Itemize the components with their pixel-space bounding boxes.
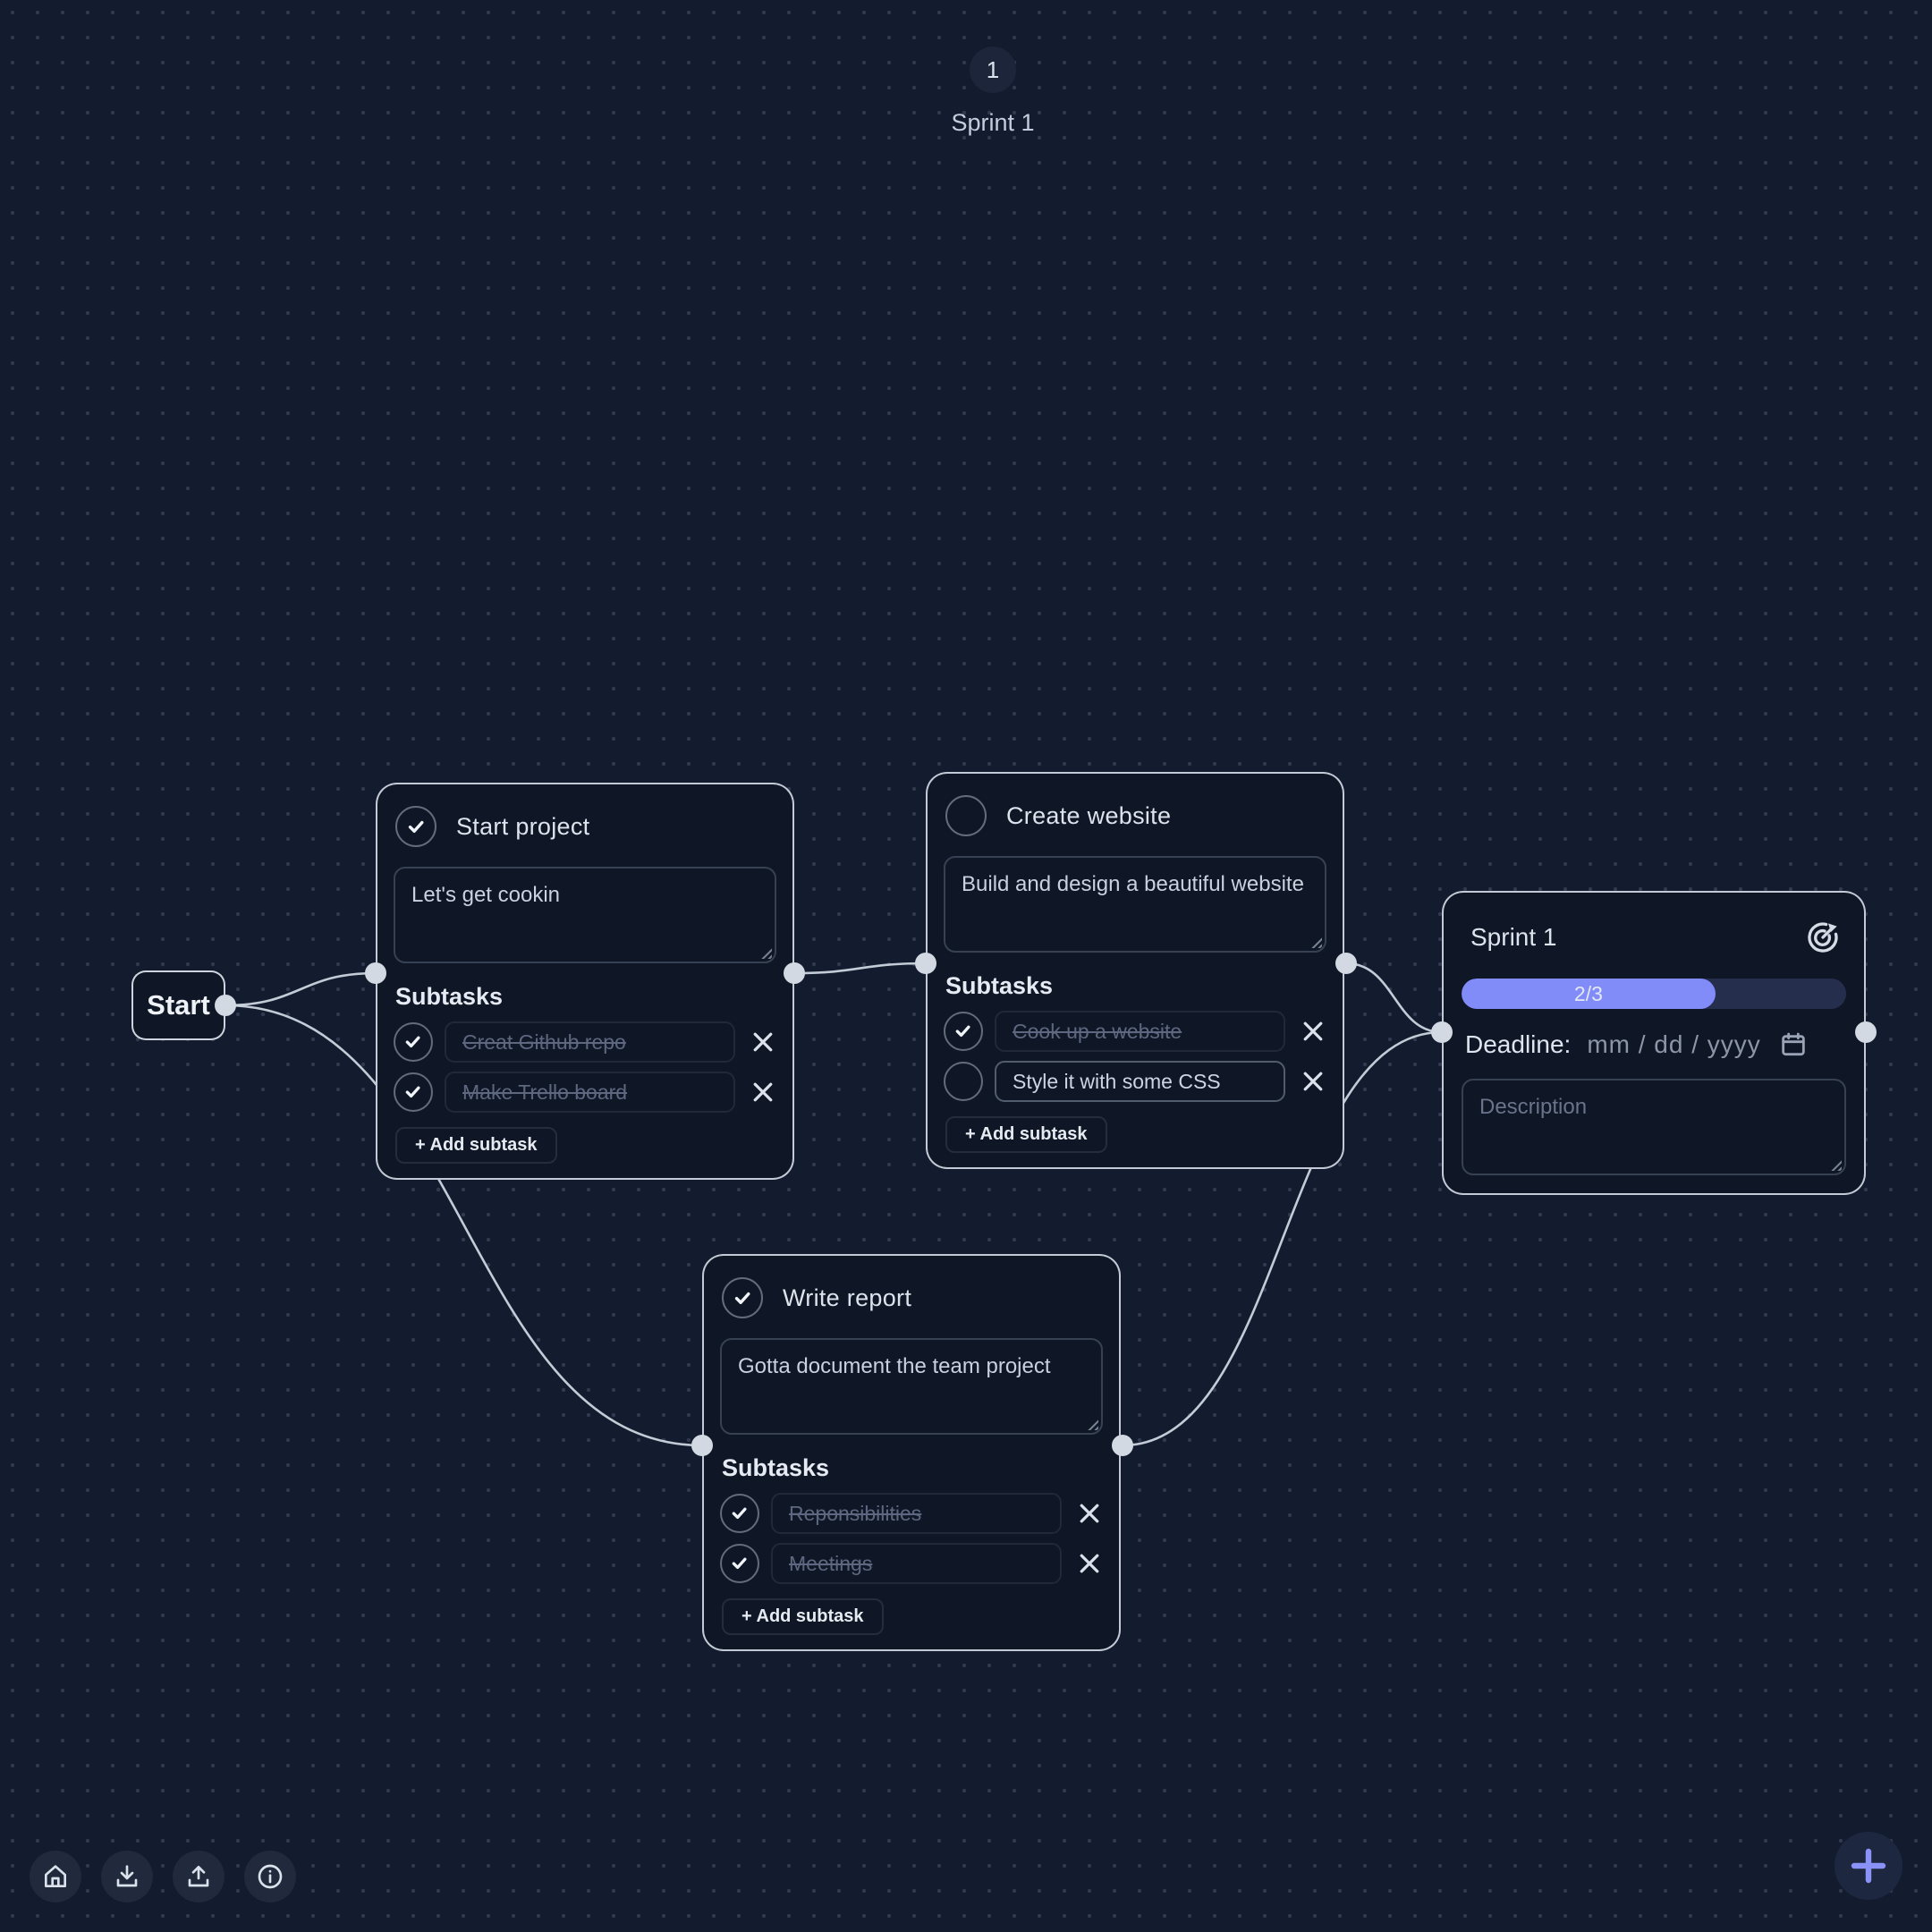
subtask-checkbox[interactable]	[720, 1544, 759, 1583]
check-icon	[405, 816, 427, 837]
connection-handle[interactable]	[365, 962, 386, 984]
subtask-checkbox[interactable]	[944, 1062, 983, 1101]
deadline-label: Deadline:	[1465, 1030, 1571, 1059]
task-card-start-project[interactable]: Start project Let's get cookin Subtasks …	[376, 783, 794, 1180]
subtask-row: Creat Github repo	[394, 1021, 776, 1063]
check-icon	[729, 1503, 750, 1523]
task-complete-checkbox[interactable]	[395, 806, 436, 847]
task-title: Create website	[1006, 802, 1171, 830]
add-subtask-button[interactable]: + Add subtask	[722, 1598, 884, 1635]
sprint-indicator-badge[interactable]: 1	[970, 47, 1016, 93]
start-node[interactable]: Start	[131, 970, 225, 1040]
task-description-input[interactable]: Build and design a beautiful website	[944, 856, 1326, 953]
delete-subtask-icon[interactable]	[750, 1079, 776, 1106]
subtask-input[interactable]: Make Trello board	[445, 1072, 735, 1113]
subtask-checkbox[interactable]	[394, 1022, 433, 1062]
home-icon	[41, 1862, 70, 1891]
add-subtask-button[interactable]: + Add subtask	[945, 1116, 1107, 1153]
subtask-row: Meetings	[720, 1543, 1103, 1584]
sprint-title: Sprint 1	[1470, 923, 1557, 952]
calendar-icon[interactable]	[1779, 1030, 1808, 1059]
sprint-indicator-number: 1	[987, 56, 999, 84]
subtask-checkbox[interactable]	[944, 1012, 983, 1051]
task-card-create-website[interactable]: Create website Build and design a beauti…	[926, 772, 1344, 1169]
delete-subtask-icon[interactable]	[1076, 1500, 1103, 1527]
check-icon	[402, 1031, 423, 1052]
sprint-description-wrap	[1462, 1079, 1846, 1175]
delete-subtask-icon[interactable]	[750, 1029, 776, 1055]
connection-handle[interactable]	[215, 995, 236, 1016]
sprint-card[interactable]: Sprint 1 2/3 Deadline: mm / dd / yyyy	[1442, 891, 1866, 1195]
sprint-progress-label: 2/3	[1574, 982, 1603, 1006]
connection-handle[interactable]	[784, 962, 805, 984]
check-icon	[953, 1021, 973, 1041]
subtasks-heading: Subtasks	[394, 983, 776, 1011]
home-button[interactable]	[30, 1851, 81, 1902]
task-complete-checkbox[interactable]	[722, 1277, 763, 1318]
deadline-date-input[interactable]: mm / dd / yyyy	[1587, 1030, 1760, 1059]
subtask-row: Reponsibilities	[720, 1493, 1103, 1534]
sprint-progress-fill: 2/3	[1462, 979, 1716, 1009]
connection-handle[interactable]	[915, 953, 936, 974]
plus-icon	[1847, 1844, 1890, 1887]
subtask-row: Make Trello board	[394, 1072, 776, 1113]
task-title: Write report	[783, 1284, 911, 1312]
task-description-wrap: Build and design a beautiful website	[944, 856, 1326, 953]
add-subtask-button[interactable]: + Add subtask	[395, 1127, 557, 1164]
add-node-button[interactable]	[1835, 1832, 1902, 1900]
task-description-wrap: Let's get cookin	[394, 867, 776, 963]
subtask-row: Style it with some CSS	[944, 1061, 1326, 1102]
task-card-write-report[interactable]: Write report Gotta document the team pro…	[702, 1254, 1121, 1651]
connection-handle[interactable]	[1855, 1021, 1877, 1043]
task-description-input[interactable]: Gotta document the team project	[720, 1338, 1103, 1435]
connection-handle[interactable]	[691, 1435, 713, 1456]
upload-icon	[184, 1862, 213, 1891]
subtask-row: Cook up a website	[944, 1011, 1326, 1052]
edge-createwebsite-to-sprint	[1346, 963, 1442, 1032]
subtask-input[interactable]: Meetings	[771, 1543, 1062, 1584]
edge-startproject-to-createwebsite	[794, 963, 926, 973]
task-description-wrap: Gotta document the team project	[720, 1338, 1103, 1435]
start-node-label: Start	[147, 989, 210, 1021]
info-button[interactable]	[244, 1851, 296, 1902]
subtask-checkbox[interactable]	[394, 1072, 433, 1112]
check-icon	[402, 1081, 423, 1102]
subtasks-heading: Subtasks	[944, 972, 1326, 1000]
subtasks-heading: Subtasks	[720, 1454, 1103, 1482]
subtask-input[interactable]: Creat Github repo	[445, 1021, 735, 1063]
check-icon	[729, 1553, 750, 1573]
delete-subtask-icon[interactable]	[1300, 1068, 1326, 1095]
goal-target-icon[interactable]	[1805, 919, 1841, 955]
download-button[interactable]	[101, 1851, 153, 1902]
connection-handle[interactable]	[1112, 1435, 1133, 1456]
task-description-input[interactable]: Let's get cookin	[394, 867, 776, 963]
check-icon	[732, 1287, 753, 1309]
download-icon	[113, 1862, 141, 1891]
task-complete-checkbox[interactable]	[945, 795, 987, 836]
edge-start-to-startproject	[225, 973, 376, 1005]
subtask-checkbox[interactable]	[720, 1494, 759, 1533]
sprint-description-input[interactable]	[1462, 1079, 1846, 1175]
subtask-input[interactable]: Reponsibilities	[771, 1493, 1062, 1534]
task-title: Start project	[456, 813, 589, 841]
connection-handle[interactable]	[1431, 1021, 1453, 1043]
sprint-indicator-label: Sprint 1	[859, 109, 1127, 137]
subtask-input[interactable]: Style it with some CSS	[995, 1061, 1285, 1102]
sprint-progress-bar: 2/3	[1462, 979, 1846, 1009]
delete-subtask-icon[interactable]	[1076, 1550, 1103, 1577]
connection-handle[interactable]	[1335, 953, 1357, 974]
delete-subtask-icon[interactable]	[1300, 1018, 1326, 1045]
upload-button[interactable]	[173, 1851, 225, 1902]
info-icon	[256, 1862, 284, 1891]
subtask-input[interactable]: Cook up a website	[995, 1011, 1285, 1052]
